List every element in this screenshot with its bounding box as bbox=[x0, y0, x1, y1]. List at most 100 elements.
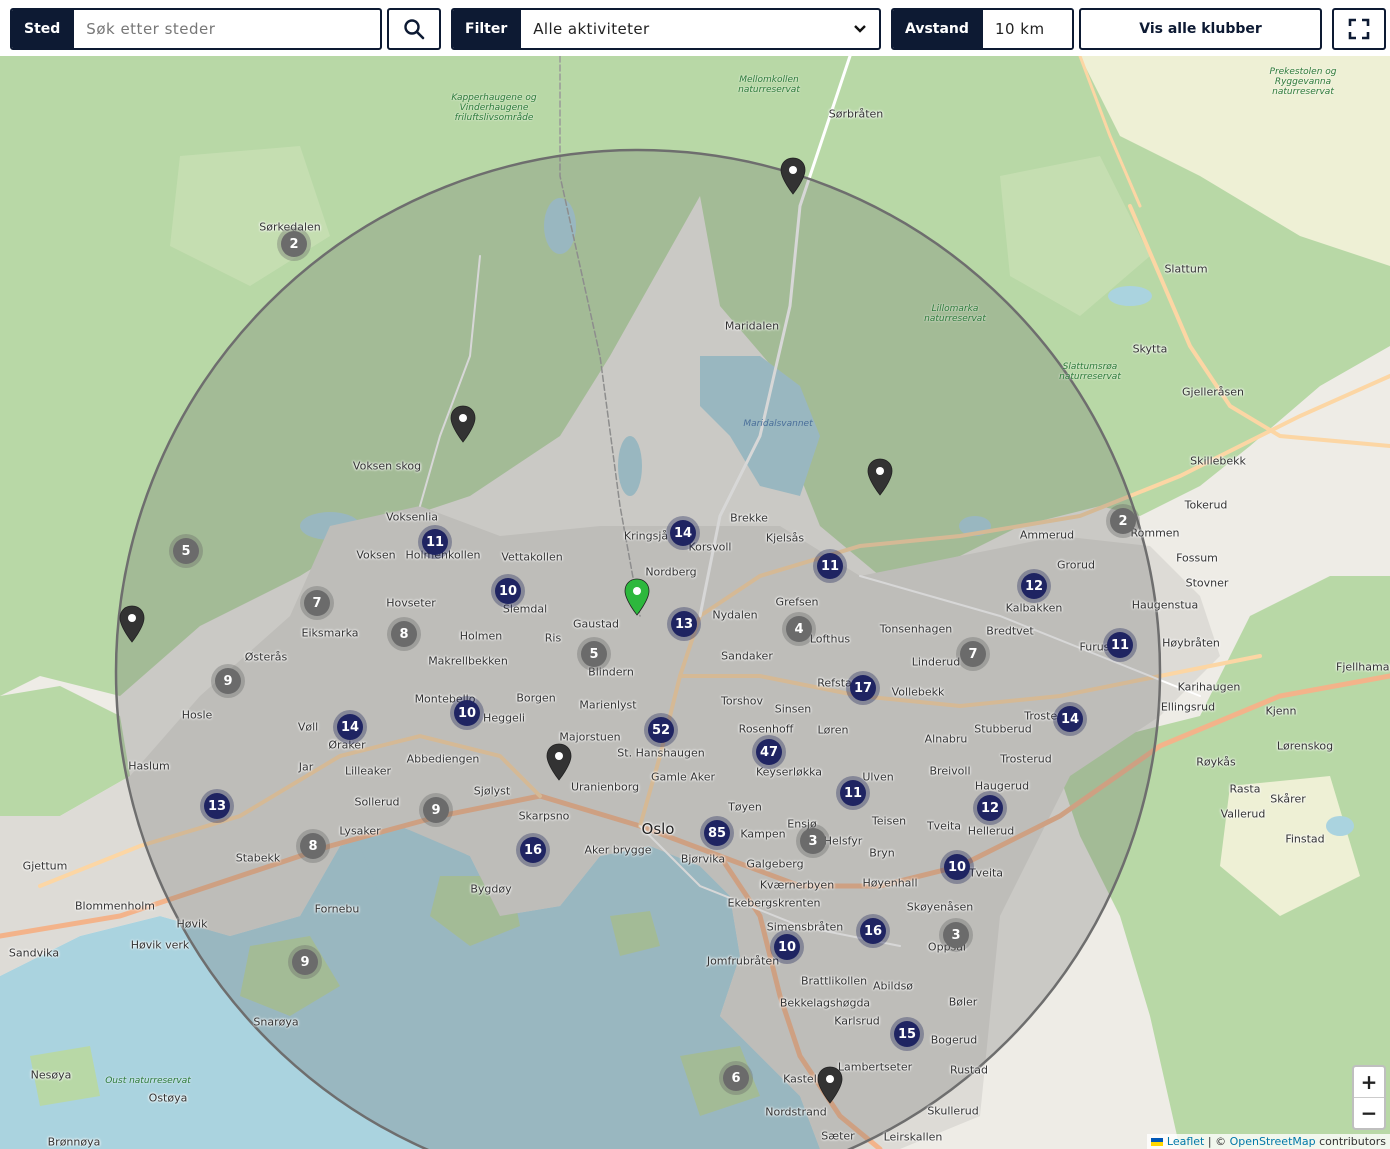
cluster-count: 9 bbox=[423, 797, 449, 823]
cluster-count: 12 bbox=[1021, 573, 1047, 599]
cluster-marker[interactable]: 11 bbox=[836, 776, 870, 810]
place-label: St. Hanshaugen bbox=[617, 746, 705, 760]
cluster-marker[interactable]: 7 bbox=[956, 637, 990, 671]
place-label: Sandvika bbox=[8, 946, 60, 960]
cluster-count: 11 bbox=[817, 553, 843, 579]
cluster-count: 14 bbox=[337, 714, 363, 740]
cluster-marker[interactable]: 5 bbox=[169, 534, 203, 568]
zoom-in-button[interactable]: + bbox=[1354, 1067, 1384, 1098]
activity-filter-select[interactable]: Alle aktiviteter bbox=[521, 10, 879, 48]
place-label: Brønnøya bbox=[47, 1135, 101, 1149]
cluster-marker[interactable]: 15 bbox=[890, 1017, 924, 1051]
place-label: Røykås bbox=[1196, 755, 1236, 769]
club-marker[interactable] bbox=[546, 743, 572, 781]
cluster-count: 15 bbox=[894, 1021, 920, 1047]
zoom-out-button[interactable]: − bbox=[1354, 1098, 1384, 1128]
club-marker[interactable] bbox=[867, 458, 893, 496]
cluster-marker[interactable]: 52 bbox=[644, 713, 678, 747]
fullscreen-button[interactable] bbox=[1332, 8, 1386, 50]
club-marker[interactable] bbox=[450, 405, 476, 443]
cluster-marker[interactable]: 11 bbox=[1103, 628, 1137, 662]
cluster-marker[interactable]: 6 bbox=[719, 1061, 753, 1095]
club-marker[interactable] bbox=[119, 605, 145, 643]
place-label: Høybråten bbox=[1162, 636, 1220, 650]
cluster-marker[interactable]: 85 bbox=[700, 816, 734, 850]
cluster-marker[interactable]: 13 bbox=[200, 789, 234, 823]
place-label: Abbediengen bbox=[406, 752, 480, 766]
cluster-marker[interactable]: 17 bbox=[846, 671, 880, 705]
cluster-marker[interactable]: 8 bbox=[387, 617, 421, 651]
cluster-marker[interactable]: 10 bbox=[770, 930, 804, 964]
place-label: Kalbakken bbox=[1005, 601, 1063, 615]
cluster-marker[interactable]: 12 bbox=[1017, 569, 1051, 603]
place-search-input[interactable] bbox=[74, 10, 369, 48]
place-label: Lofthus bbox=[809, 632, 851, 646]
place-label: Jomfrubråten bbox=[706, 954, 780, 968]
cluster-marker[interactable]: 10 bbox=[940, 850, 974, 884]
openstreetmap-link[interactable]: OpenStreetMap bbox=[1230, 1135, 1316, 1148]
cluster-marker[interactable]: 14 bbox=[666, 516, 700, 550]
leaflet-link[interactable]: Leaflet bbox=[1167, 1135, 1204, 1148]
cluster-marker[interactable]: 10 bbox=[450, 696, 484, 730]
place-label: Sandaker bbox=[721, 649, 773, 663]
place-label: Maridalen bbox=[724, 319, 780, 333]
cluster-marker[interactable]: 16 bbox=[856, 914, 890, 948]
cluster-count: 11 bbox=[1107, 632, 1133, 658]
cluster-marker[interactable]: 4 bbox=[782, 612, 816, 646]
cluster-marker[interactable]: 11 bbox=[418, 525, 452, 559]
cluster-marker[interactable]: 5 bbox=[577, 637, 611, 671]
cluster-marker[interactable]: 8 bbox=[296, 829, 330, 863]
club-marker[interactable] bbox=[780, 157, 806, 195]
cluster-count: 52 bbox=[648, 717, 674, 743]
cluster-marker[interactable]: 9 bbox=[288, 945, 322, 979]
cluster-marker[interactable]: 47 bbox=[752, 735, 786, 769]
place-label: Høvik verk bbox=[130, 938, 190, 952]
toolbar: Sted Filter Alle aktiviteter Avstand Vis… bbox=[0, 0, 1390, 56]
search-button[interactable] bbox=[387, 8, 441, 50]
club-marker[interactable] bbox=[817, 1066, 843, 1104]
cluster-marker[interactable]: 10 bbox=[491, 574, 525, 608]
cluster-count: 9 bbox=[215, 668, 241, 694]
cluster-marker[interactable]: 9 bbox=[211, 664, 245, 698]
place-label: Vettakollen bbox=[501, 550, 563, 564]
cluster-marker[interactable]: 14 bbox=[333, 710, 367, 744]
place-label: Galgeberg bbox=[746, 857, 804, 871]
map-view[interactable]: Sørkedalen Sørbråten Maridalen Slattum Skytt… bbox=[0, 56, 1390, 1149]
place-label: Fjellhamar bbox=[1336, 660, 1390, 674]
map-pin-icon bbox=[867, 458, 893, 496]
place-label: Skarpsno bbox=[518, 809, 570, 823]
place-label: Holmen bbox=[459, 629, 503, 643]
cluster-count: 3 bbox=[800, 828, 826, 854]
cluster-marker[interactable]: 16 bbox=[516, 833, 550, 867]
place-label: Hovseter bbox=[386, 596, 436, 610]
cluster-marker[interactable]: 13 bbox=[667, 607, 701, 641]
cluster-marker[interactable]: 2 bbox=[1106, 504, 1140, 538]
cluster-marker[interactable]: 3 bbox=[796, 824, 830, 858]
map-attribution: Leaflet | © OpenStreetMap contributors bbox=[1147, 1134, 1390, 1149]
reserve-label: Mellomkollen naturreservat bbox=[738, 75, 800, 95]
show-all-clubs-button[interactable]: Vis alle klubber bbox=[1079, 8, 1322, 50]
cluster-count: 8 bbox=[391, 621, 417, 647]
cluster-marker[interactable]: 9 bbox=[419, 793, 453, 827]
place-label: Bøler bbox=[948, 995, 978, 1009]
cluster-count: 17 bbox=[850, 675, 876, 701]
place-label: Gaustad bbox=[572, 617, 620, 631]
distance-input[interactable] bbox=[982, 10, 1072, 48]
selected-location-marker[interactable] bbox=[624, 578, 650, 616]
cluster-marker[interactable]: 11 bbox=[813, 549, 847, 583]
place-label: Tonsenhagen bbox=[879, 622, 953, 636]
cluster-marker[interactable]: 7 bbox=[300, 586, 334, 620]
map-pin-icon bbox=[546, 743, 572, 781]
cluster-marker[interactable]: 3 bbox=[939, 918, 973, 952]
place-label: Borgen bbox=[516, 691, 556, 705]
cluster-marker[interactable]: 12 bbox=[973, 791, 1007, 825]
place-label: Kringsjå bbox=[623, 529, 669, 543]
cluster-marker[interactable]: 2 bbox=[277, 227, 311, 261]
place-label: Hellerud bbox=[967, 824, 1015, 838]
place-label: Breivoll bbox=[929, 764, 971, 778]
cluster-count: 5 bbox=[173, 538, 199, 564]
cluster-marker[interactable]: 14 bbox=[1053, 702, 1087, 736]
place-label: Ammerud bbox=[1019, 528, 1075, 542]
place-label: Bryn bbox=[869, 846, 895, 860]
filter-group: Filter Alle aktiviteter bbox=[451, 8, 881, 50]
